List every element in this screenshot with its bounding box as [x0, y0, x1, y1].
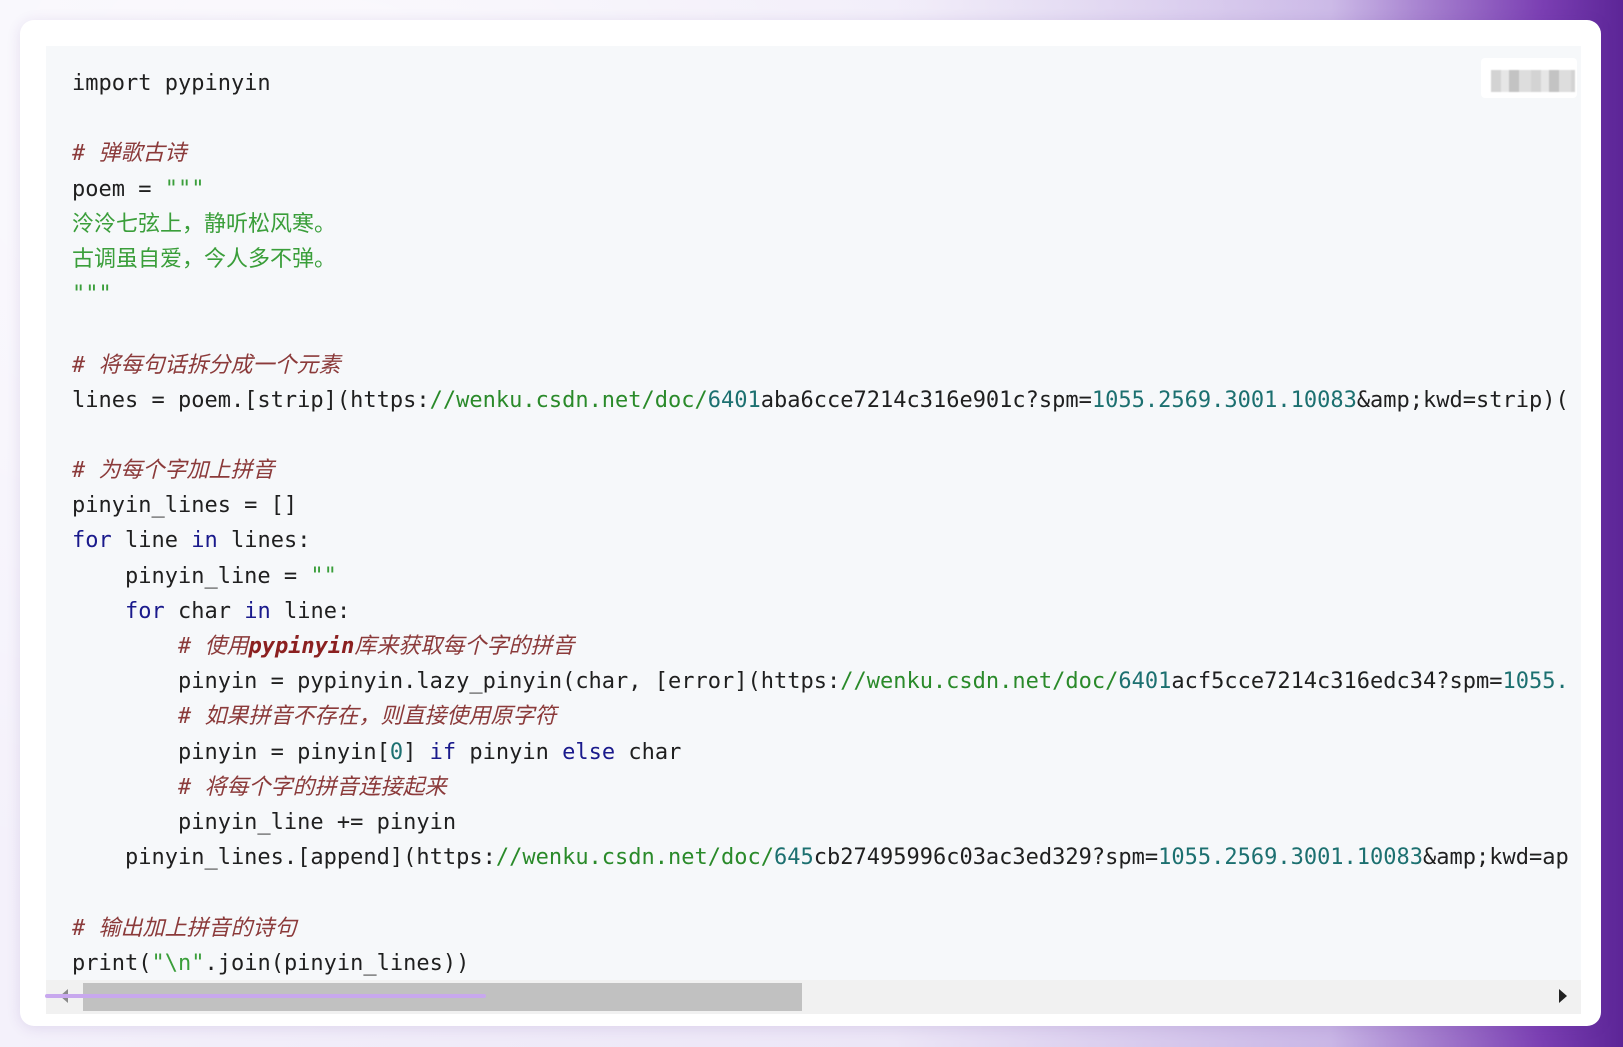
code-token: # 将每个字的拼音连接起来: [72, 774, 447, 800]
code-token: line:: [270, 598, 351, 624]
code-token: pinyin: [456, 739, 563, 765]
code-line: ​: [72, 418, 1569, 453]
code-line: # 将每个字的拼音连接起来: [72, 770, 1569, 805]
code-token: pinyin = pinyin[: [72, 739, 390, 765]
code-token: pinyin_line =: [72, 563, 311, 589]
code-line: # 使用pypinyin库来获取每个字的拼音: [72, 629, 1569, 664]
code-token: pinyin_line += pinyin: [72, 809, 457, 835]
code-token: aba6cce7214c316e901c?spm=: [760, 387, 1092, 413]
code-line: # 输出加上拼音的诗句: [72, 911, 1569, 946]
code-token: if: [429, 739, 457, 765]
content-card: import pypinyin ​ # 弹歌古诗 poem = """ 泠泠七弦上，静听…: [20, 20, 1601, 1026]
code-token: /doc/: [641, 387, 708, 413]
code-token: """: [72, 282, 112, 308]
code-token: for: [124, 598, 165, 624]
code-token: 库来获取每个字的拼音: [354, 634, 575, 659]
code-token: pypinyin: [248, 634, 355, 659]
code-token: print(: [72, 950, 152, 976]
code-line: # 将每句话拆分成一个元素: [72, 348, 1569, 383]
code-line: # 弹歌古诗: [72, 136, 1569, 171]
code-token: import pypinyin: [72, 71, 271, 96]
code-token: in: [244, 598, 271, 624]
code-line: # 为每个字加上拼音: [72, 453, 1569, 488]
code-line: pinyin_line += pinyin: [72, 805, 1569, 840]
code-line: pinyin_lines = []: [72, 488, 1569, 523]
code-token: //wenku.csdn.net: [429, 387, 642, 413]
code-block: import pypinyin ​ # 弹歌古诗 poem = """ 泠泠七弦上，静听…: [46, 46, 1581, 1014]
code-token: for: [72, 528, 112, 554]
code-token: 古调虽自爱，今人多不弹。: [72, 246, 337, 272]
code-line: for line in lines:: [72, 523, 1569, 558]
code-token: /doc/: [707, 845, 774, 871]
reading-progress-bar: [45, 994, 486, 998]
code-token: pinyin = pypinyin.lazy_pinyin(char, [err…: [72, 669, 841, 695]
code-token: ]: [403, 739, 430, 765]
code-token: char: [615, 739, 682, 765]
code-line: 古调虽自爱，今人多不弹。: [72, 242, 1569, 277]
code-line: import pypinyin: [72, 66, 1569, 101]
code-token: /doc/: [1052, 669, 1119, 695]
code-token: &amp;kwd=strip)(: [1356, 387, 1569, 413]
code-line: poem = """: [72, 172, 1569, 207]
code-token: else: [562, 739, 616, 765]
code-token: 1055.2569.3001.10083: [1158, 845, 1424, 871]
code-token: &amp;kwd=ap: [1423, 845, 1569, 871]
code-token: "": [310, 563, 337, 589]
code-line: # 如果拼音不存在，则直接使用原字符: [72, 699, 1569, 734]
code-token: # 弹歌古诗: [72, 141, 187, 167]
code-token: 6401: [1118, 669, 1172, 695]
code-line: 泠泠七弦上，静听松风寒。: [72, 207, 1569, 242]
code-line: pinyin = pypinyin.lazy_pinyin(char, [err…: [72, 664, 1569, 699]
code-line: for char in line:: [72, 594, 1569, 629]
code-token: # 如果拼音不存在，则直接使用原字符: [72, 704, 557, 730]
code-line: ​: [72, 101, 1569, 136]
code-token: poem =: [72, 176, 165, 202]
code-token: in: [191, 528, 218, 554]
code-token: "\n": [151, 950, 205, 976]
code-line: ​: [72, 875, 1569, 910]
code-token: lines:: [217, 528, 311, 554]
code-token: # 使用: [72, 634, 249, 659]
code-token: 1055.: [1502, 669, 1569, 695]
code-token: # 输出加上拼音的诗句: [72, 915, 297, 941]
code-token: """: [164, 176, 205, 202]
code-token: 0: [389, 739, 404, 765]
code-line: pinyin_lines.[append](https://wenku.csdn…: [72, 840, 1569, 875]
code-token: acf5cce7214c316edc34?spm=: [1171, 669, 1503, 695]
code-token: lines = poem.[strip](https:: [72, 387, 430, 413]
code-token: 1055.2569.3001.10083: [1091, 387, 1357, 413]
code-token: cb27495996c03ac3ed329?spm=: [813, 845, 1159, 871]
code-token: pinyin_lines.[append](https:: [72, 845, 496, 871]
code-line: """: [72, 277, 1569, 312]
code-token: # 为每个字加上拼音: [72, 458, 275, 484]
code-token: # 将每句话拆分成一个元素: [72, 352, 341, 378]
code-token: //wenku.csdn.net: [495, 845, 708, 871]
code-token: .join(pinyin_lines)): [204, 950, 470, 976]
scroll-right-arrow-icon[interactable]: [1559, 989, 1567, 1003]
code-line: pinyin = pinyin[0] if pinyin else char: [72, 735, 1569, 770]
code-token: line: [111, 528, 192, 554]
code-line: pinyin_line = "": [72, 559, 1569, 594]
code-token: 645: [774, 845, 814, 871]
code-text[interactable]: import pypinyin ​ # 弹歌古诗 poem = """ 泠泠七弦上，静听…: [72, 66, 1569, 981]
code-token: pinyin_lines = []: [72, 493, 298, 519]
code-line: print("\n".join(pinyin_lines)): [72, 946, 1569, 981]
code-token: char: [164, 598, 245, 624]
code-token: 6401: [707, 387, 761, 413]
code-line: lines = poem.[strip](https://wenku.csdn.…: [72, 383, 1569, 418]
code-token: 泠泠七弦上，静听松风寒。: [72, 211, 337, 237]
code-token: //wenku.csdn.net: [840, 669, 1053, 695]
code-line: ​: [72, 312, 1569, 347]
